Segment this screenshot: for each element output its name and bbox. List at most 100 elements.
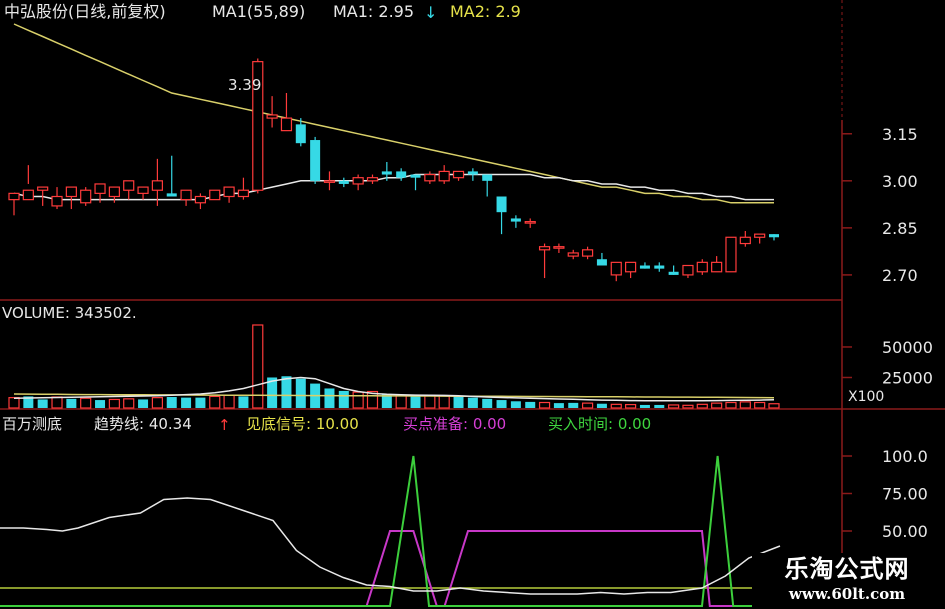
candle-body-up xyxy=(424,173,436,182)
candle-body-down xyxy=(310,140,321,181)
ma1-value: MA1: 2.95 xyxy=(333,2,414,21)
candle-body-down xyxy=(410,174,421,178)
volume-bar-down xyxy=(295,378,306,408)
price-tick-label: 3.00 xyxy=(882,172,918,191)
volume-bar-up xyxy=(625,403,637,409)
volume-bar-down xyxy=(37,399,48,408)
volume-bar-up xyxy=(581,402,594,409)
volume-tick-label: 25000 xyxy=(882,368,933,387)
volume-bar-up xyxy=(51,396,63,409)
volume-bar-up xyxy=(108,398,120,409)
volume-bar-up xyxy=(538,401,551,409)
volume-bar-down xyxy=(138,399,149,408)
candle-body-up xyxy=(754,233,766,238)
candle-body-up xyxy=(323,180,336,183)
candle-body-down xyxy=(482,174,493,181)
volume-bar-down xyxy=(195,397,206,408)
candle-body-up xyxy=(108,186,120,198)
volume-bar-down xyxy=(238,396,249,408)
candle-body-up xyxy=(696,261,708,273)
price-tick-label: 2.85 xyxy=(882,219,918,238)
volume-bar-down xyxy=(596,403,607,408)
volume-bar-up xyxy=(725,401,737,409)
candle-body-up xyxy=(280,117,293,132)
watermark-url: www.60lt.com xyxy=(788,585,906,603)
volume-bar-up xyxy=(768,403,780,409)
bottom-signal-value: 见底信号: 10.00 xyxy=(246,415,359,433)
volume-bar-up xyxy=(668,404,680,409)
candle-body-up xyxy=(180,189,192,201)
candle-body-down xyxy=(668,271,679,275)
volume-bar-down xyxy=(654,404,665,408)
buy-prepare-value: 买点准备: 0.00 xyxy=(403,415,506,433)
volume-bar-down xyxy=(496,400,507,408)
candle-body-down xyxy=(381,171,392,175)
candle-body-up xyxy=(209,189,221,201)
stock-title: 中弘股份(日线,前复权) xyxy=(4,2,166,21)
volume-bar-up xyxy=(438,395,450,409)
volume-bar-down xyxy=(467,397,478,408)
volume-bar-up xyxy=(151,397,163,409)
volume-bar-up xyxy=(754,401,766,409)
volume-bar-up xyxy=(223,394,235,409)
high-price-marker: 3.39 xyxy=(228,76,261,94)
volume-bar-up xyxy=(8,397,20,409)
volume-bar-down xyxy=(324,388,335,408)
candle-body-down xyxy=(467,171,478,175)
volume-bar-up xyxy=(80,397,92,409)
candle-body-down xyxy=(338,180,349,184)
candle-body-up xyxy=(452,170,465,179)
candle-body-up xyxy=(725,236,737,273)
candle-body-up xyxy=(553,246,565,249)
volume-bar-up xyxy=(682,404,694,409)
candle-body-up xyxy=(625,261,637,273)
volume-bar-down xyxy=(525,401,536,408)
ma2-value: MA2: 2.9 xyxy=(450,2,521,21)
volume-bar-up xyxy=(696,403,708,409)
volume-bar-up xyxy=(395,394,407,409)
candle-body-down xyxy=(596,259,607,266)
watermark-title: 乐淘公式网 xyxy=(784,555,910,583)
candle-body-up xyxy=(352,177,364,185)
candle-body-up xyxy=(51,195,63,207)
watermark: 乐淘公式网 www.60lt.com xyxy=(752,553,942,609)
ma-params: MA1(55,89) xyxy=(212,2,305,21)
candle-body-up xyxy=(22,189,34,201)
candle-body-up xyxy=(80,189,92,204)
candle-body-down xyxy=(295,124,306,144)
candle-body-up xyxy=(94,183,106,194)
volume-unit: X100 xyxy=(848,389,884,405)
candle-body-down xyxy=(510,218,521,222)
volume-bar-down xyxy=(166,397,177,408)
candle-body-up xyxy=(538,246,551,251)
candle-body-up xyxy=(581,249,594,257)
volume-bar-down xyxy=(338,390,349,408)
volume-bar-up xyxy=(123,398,135,409)
candle-body-up xyxy=(610,261,622,276)
candle-body-up xyxy=(223,186,235,198)
candle-body-up xyxy=(711,261,723,273)
candle-body-up xyxy=(8,192,20,201)
volume-bar-down xyxy=(66,398,77,408)
volume-title: VOLUME: 343502. xyxy=(2,304,137,322)
volume-bar-up xyxy=(739,401,751,409)
volume-bar-up xyxy=(424,394,436,409)
volume-bar-up xyxy=(352,391,364,409)
candle-body-up xyxy=(65,186,77,198)
candle-body-up xyxy=(151,180,163,191)
arrow-down-icon: ↓ xyxy=(424,3,437,22)
indicator-tick-label: 75.00 xyxy=(882,485,928,504)
volume-bar-down xyxy=(410,395,421,408)
indicator-tick-label: 100.0 xyxy=(882,447,928,466)
volume-bar-down xyxy=(553,403,564,408)
volume-bar-up xyxy=(610,403,622,409)
candle-body-down xyxy=(166,193,177,197)
candle-body-up xyxy=(137,186,149,194)
price-tick-label: 2.70 xyxy=(882,266,918,285)
candle-body-down xyxy=(496,196,507,213)
stock-chart: 3.15 3.00 2.85 2.70 50000 25000 100.0 75.00 50… xyxy=(0,0,945,609)
volume-bar-up xyxy=(711,402,723,409)
candle-body-down xyxy=(769,234,779,238)
candle-body-up xyxy=(366,177,379,182)
candle-body-down xyxy=(639,265,650,269)
